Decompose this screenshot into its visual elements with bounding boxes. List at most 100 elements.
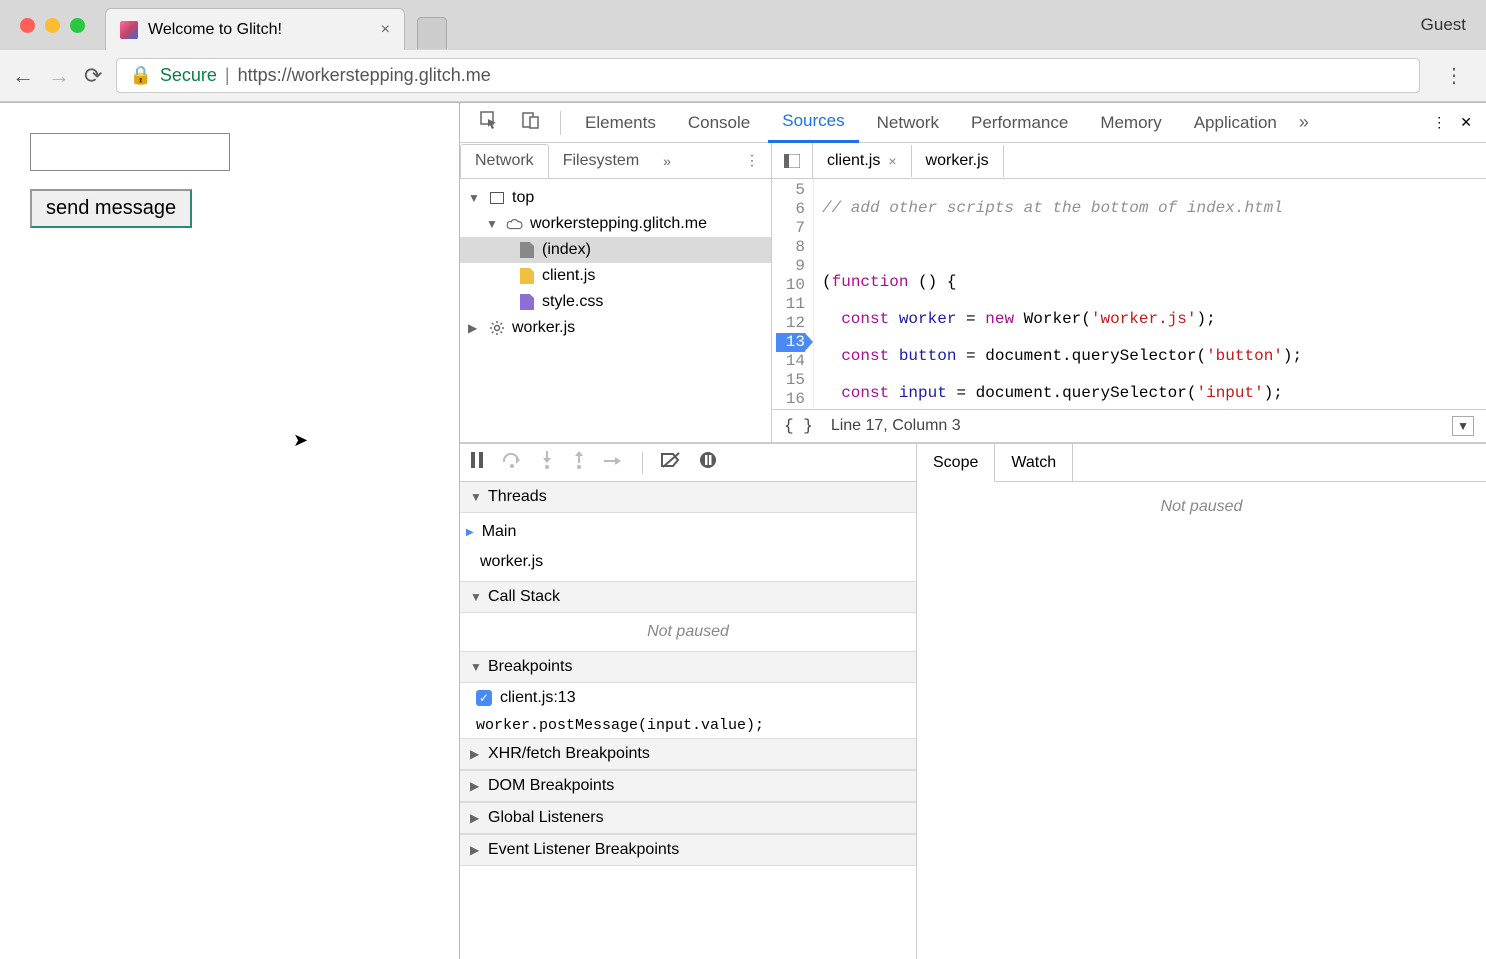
thread-worker[interactable]: worker.js	[460, 547, 916, 577]
step-into-button[interactable]	[540, 451, 554, 474]
scope-tab-scope[interactable]: Scope	[917, 444, 995, 482]
filenav-tab-network[interactable]: Network	[460, 144, 549, 178]
global-listeners-header[interactable]: ▶ Global Listeners	[460, 802, 916, 834]
cloud-icon	[506, 215, 524, 233]
editor-tab-clientjs[interactable]: client.js ×	[813, 145, 912, 177]
chevron-down-icon: ▼	[468, 191, 482, 205]
tree-file-clientjs[interactable]: client.js	[460, 263, 771, 289]
lock-icon: 🔒	[129, 65, 151, 86]
step-over-button[interactable]	[502, 452, 522, 473]
address-bar[interactable]: 🔒 Secure | https://workerstepping.glitch…	[116, 58, 1420, 93]
scope-not-paused: Not paused	[1161, 498, 1243, 516]
thread-main[interactable]: Main	[460, 517, 916, 547]
devtools-tab-bar: Elements Console Sources Network Perform…	[460, 103, 1486, 143]
pause-on-exceptions-button[interactable]	[699, 451, 717, 474]
js-file-icon	[518, 267, 536, 285]
device-toolbar-icon[interactable]	[512, 111, 550, 134]
tab-memory[interactable]: Memory	[1086, 104, 1175, 142]
breakpoint-label: client.js:13	[500, 689, 576, 707]
tree-top[interactable]: ▼ top	[460, 185, 771, 211]
forward-button[interactable]: →	[48, 63, 70, 89]
gear-icon	[488, 319, 506, 337]
separator	[560, 111, 561, 135]
send-message-button[interactable]: send message	[30, 189, 192, 228]
tab-performance[interactable]: Performance	[957, 104, 1082, 142]
inspect-element-icon[interactable]	[470, 111, 508, 134]
tab-application[interactable]: Application	[1180, 104, 1291, 142]
tab-console[interactable]: Console	[674, 104, 764, 142]
threads-header[interactable]: ▼ Threads	[460, 482, 916, 513]
toggle-navigator-icon[interactable]	[772, 143, 813, 178]
close-devtools-icon[interactable]: ✕	[1460, 114, 1472, 131]
code-content[interactable]: // add other scripts at the bottom of in…	[814, 179, 1310, 409]
tab-elements[interactable]: Elements	[571, 104, 670, 142]
close-tab-icon[interactable]: ×	[381, 21, 390, 39]
debug-toolbar	[460, 444, 916, 482]
coverage-toggle-icon[interactable]: ▼	[1452, 416, 1474, 436]
tree-file-index[interactable]: (index)	[460, 237, 771, 263]
devtools-menu-icon[interactable]: ⋮	[1432, 114, 1446, 131]
scope-tab-watch[interactable]: Watch	[995, 444, 1073, 481]
chevron-down-icon: ▼	[486, 217, 500, 231]
tree-label: (index)	[542, 241, 591, 259]
chevron-right-icon: ▶	[468, 321, 482, 335]
document-icon	[518, 241, 536, 259]
back-button[interactable]: ←	[12, 63, 34, 89]
minimize-window-button[interactable]	[45, 18, 60, 33]
dom-breakpoints-header[interactable]: ▶ DOM Breakpoints	[460, 770, 916, 802]
editor-tab-workerjs[interactable]: worker.js	[912, 145, 1004, 177]
devtools: Elements Console Sources Network Perform…	[460, 103, 1486, 959]
tree-worker[interactable]: ▶ worker.js	[460, 315, 771, 341]
breakpoint-code: worker.postMessage(input.value);	[460, 713, 916, 738]
guest-label[interactable]: Guest	[1421, 15, 1466, 35]
chevron-right-icon: ▶	[470, 747, 482, 761]
pause-button[interactable]	[470, 452, 484, 473]
chevron-right-icon: ▶	[470, 779, 482, 793]
maximize-window-button[interactable]	[70, 18, 85, 33]
new-tab-button[interactable]	[417, 17, 447, 49]
line-gutter[interactable]: 56789101112131415161718	[772, 179, 814, 409]
xhr-breakpoints-header[interactable]: ▶ XHR/fetch Breakpoints	[460, 738, 916, 770]
browser-chrome: Welcome to Glitch! × Guest ← → ⟳ 🔒 Secur…	[0, 0, 1486, 103]
editor-status-bar: { } Line 17, Column 3 ▼	[772, 409, 1486, 442]
file-nav-tabs: Network Filesystem » ⋮	[460, 143, 771, 179]
reload-button[interactable]: ⟳	[84, 63, 102, 89]
filenav-tab-filesystem[interactable]: Filesystem	[549, 145, 653, 177]
debug-left-panel: ▼ Threads Main worker.js ▼ Call Stack No…	[460, 444, 917, 959]
file-navigator: Network Filesystem » ⋮ ▼ top ▼ workerste…	[460, 143, 772, 442]
breakpoint-checkbox[interactable]: ✓	[476, 690, 492, 706]
browser-tab[interactable]: Welcome to Glitch! ×	[105, 8, 405, 50]
deactivate-breakpoints-button[interactable]	[661, 452, 681, 473]
editor-tabs: client.js × worker.js	[772, 143, 1486, 179]
content-area: send message ➤ Elements Console Sources …	[0, 103, 1486, 959]
callstack-header[interactable]: ▼ Call Stack	[460, 581, 916, 613]
frame-icon	[488, 189, 506, 207]
more-filenav-icon[interactable]: »	[653, 153, 681, 169]
close-editor-tab-icon[interactable]: ×	[888, 153, 896, 169]
step-out-button[interactable]	[572, 451, 586, 474]
event-listener-breakpoints-header[interactable]: ▶ Event Listener Breakpoints	[460, 834, 916, 866]
chevron-right-icon: ▶	[470, 811, 482, 825]
chevron-down-icon: ▼	[470, 590, 482, 604]
message-input[interactable]	[30, 133, 230, 171]
tree-label: worker.js	[512, 319, 575, 337]
tree-domain[interactable]: ▼ workerstepping.glitch.me	[460, 211, 771, 237]
code-editor[interactable]: 56789101112131415161718 // add other scr…	[772, 179, 1486, 409]
browser-menu-icon[interactable]: ⋮	[1434, 63, 1474, 88]
filenav-menu-icon[interactable]: ⋮	[733, 152, 771, 169]
file-tree: ▼ top ▼ workerstepping.glitch.me (index)	[460, 179, 771, 347]
close-window-button[interactable]	[20, 18, 35, 33]
tree-file-stylecss[interactable]: style.css	[460, 289, 771, 315]
pretty-print-icon[interactable]: { }	[784, 417, 813, 435]
tab-network[interactable]: Network	[863, 104, 953, 142]
editor-area: client.js × worker.js 567891011121314151…	[772, 143, 1486, 442]
step-button[interactable]	[604, 452, 624, 473]
nav-bar: ← → ⟳ 🔒 Secure | https://workerstepping.…	[0, 50, 1486, 102]
breakpoint-item[interactable]: ✓ client.js:13	[460, 683, 916, 713]
breakpoints-header[interactable]: ▼ Breakpoints	[460, 651, 916, 683]
tab-sources[interactable]: Sources	[768, 102, 858, 143]
debug-right-panel: Scope Watch Not paused	[917, 444, 1486, 959]
more-tabs-icon[interactable]: »	[1299, 112, 1309, 133]
chevron-down-icon: ▼	[470, 660, 482, 674]
secure-label: Secure	[160, 65, 217, 86]
